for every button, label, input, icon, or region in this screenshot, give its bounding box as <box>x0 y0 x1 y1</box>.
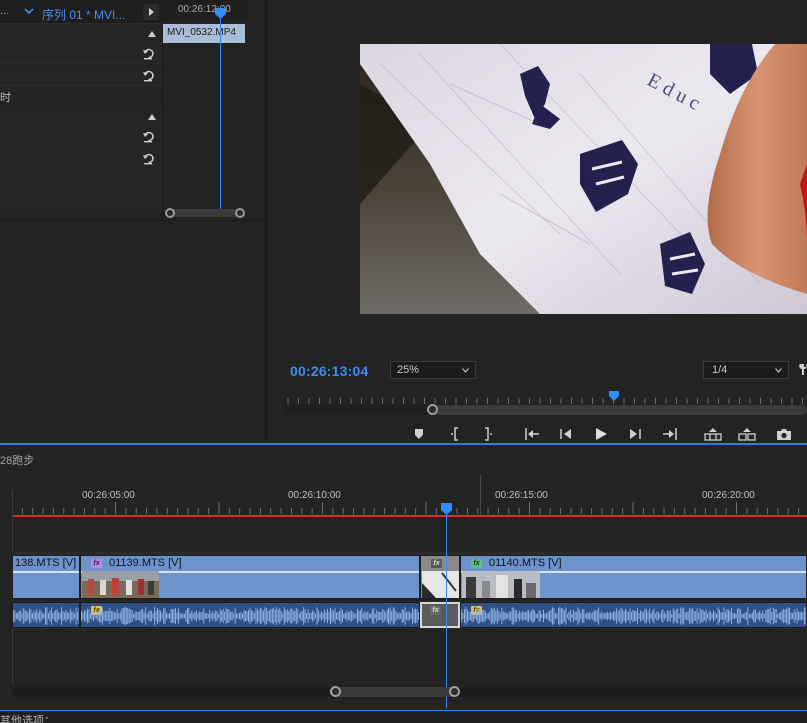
fx-badge[interactable]: fx <box>91 559 102 568</box>
chevron-down-icon <box>775 368 782 373</box>
scroll-handle-right[interactable] <box>449 686 460 697</box>
play-icon[interactable] <box>592 427 610 441</box>
collapse-triangle-icon[interactable] <box>147 113 157 121</box>
audio-waveform <box>13 607 79 625</box>
extract-icon[interactable] <box>738 427 756 441</box>
transition-clip[interactable]: fx <box>420 555 460 599</box>
fx-badge[interactable]: fx <box>430 606 441 615</box>
wrench-icon[interactable] <box>798 363 807 375</box>
work-area-bar[interactable] <box>12 515 807 517</box>
program-monitor-time-ruler[interactable] <box>284 392 807 406</box>
audio-clip[interactable]: fx <box>460 602 807 628</box>
bottom-panel-label: 其他选项： <box>0 715 55 723</box>
effect-property-row[interactable] <box>0 24 162 45</box>
effect-property-row[interactable] <box>0 126 162 147</box>
playback-resolution-value: 1/4 <box>712 364 728 376</box>
show-timeline-button[interactable] <box>143 4 159 20</box>
playhead-icon[interactable] <box>215 8 226 19</box>
clip-label: 138.MTS [V] <box>15 557 77 569</box>
transition-thumbnail <box>422 571 459 598</box>
camera-icon[interactable] <box>775 427 793 441</box>
go-to-in-icon[interactable] <box>523 427 541 441</box>
timeline-zoom-scrollbar[interactable] <box>12 686 807 697</box>
sequence-clip-selector[interactable]: 序列 01 * MVI... <box>42 6 125 23</box>
clip-thumbnail <box>82 571 159 598</box>
reset-icon[interactable] <box>142 69 155 82</box>
sequence-tab-title[interactable]: 28跑步 <box>0 452 34 468</box>
effect-property-row[interactable] <box>0 148 162 169</box>
effect-property-row[interactable] <box>0 107 162 128</box>
scroll-handle-right[interactable] <box>235 208 245 218</box>
timeline-time-ruler[interactable] <box>12 500 807 514</box>
step-forward-icon[interactable] <box>626 427 644 441</box>
audio-clip[interactable]: fx <box>80 602 420 628</box>
effect-controls-zoom-scrollbar[interactable] <box>165 208 245 218</box>
timeline-playhead-line[interactable] <box>446 508 447 708</box>
reset-icon[interactable] <box>142 47 155 60</box>
scroll-handle[interactable] <box>427 404 438 415</box>
effect-controls-playhead-line[interactable] <box>220 14 221 210</box>
go-to-out-icon[interactable] <box>661 427 679 441</box>
video-clip[interactable]: 138.MTS [V] <box>12 555 80 599</box>
program-monitor-video-frame[interactable]: E d u c <box>360 44 807 314</box>
scrollbar-thumb[interactable] <box>330 686 460 697</box>
scrollbar-track-left <box>284 405 434 415</box>
effect-property-row[interactable] <box>0 191 162 212</box>
program-monitor-zoom-scrollbar[interactable] <box>284 404 807 415</box>
mark-in-icon[interactable] <box>447 427 465 441</box>
effect-section-label: 时 <box>0 92 11 104</box>
step-back-icon[interactable] <box>557 427 575 441</box>
chevron-down-icon[interactable] <box>24 6 34 16</box>
audio-clip[interactable] <box>12 602 80 628</box>
play-arrow-icon <box>149 8 154 16</box>
scroll-handle-left[interactable] <box>165 208 175 218</box>
effect-property-row[interactable] <box>0 65 162 86</box>
zoom-level-value: 25% <box>397 364 420 376</box>
reset-icon[interactable] <box>142 152 155 165</box>
playhead-icon[interactable] <box>441 503 452 515</box>
effect-property-row[interactable] <box>0 43 162 64</box>
effect-controls-clip[interactable]: MVI_0532.MP4 <box>163 24 245 43</box>
clip-label: 01140.MTS [V] <box>489 557 562 569</box>
reset-icon[interactable] <box>142 130 155 143</box>
video-clip[interactable]: fx 01139.MTS [V] <box>80 555 420 599</box>
playhead-timecode[interactable]: 00:26:13:04 <box>290 363 368 379</box>
panel-divider <box>162 0 163 220</box>
audio-transition[interactable]: fx <box>420 602 460 628</box>
clip-opacity-line[interactable] <box>13 571 79 573</box>
fx-badge[interactable]: fx <box>471 559 482 568</box>
effect-property-row[interactable] <box>0 170 162 191</box>
video-clip[interactable]: fx 01140.MTS [V] <box>460 555 807 599</box>
lift-icon[interactable] <box>704 427 722 441</box>
audio-waveform <box>461 607 806 625</box>
playhead-icon[interactable] <box>609 391 619 401</box>
panel-menu-ellipsis[interactable]: ... <box>0 5 9 17</box>
collapse-triangle-icon[interactable] <box>147 30 157 38</box>
playback-resolution-select[interactable]: 1/4 <box>703 361 789 379</box>
effect-controls-empty-area <box>0 220 264 440</box>
chevron-down-icon <box>462 368 469 373</box>
zoom-level-select[interactable]: 25% <box>390 361 476 379</box>
add-marker-icon[interactable] <box>411 427 429 441</box>
bottom-panel <box>0 710 807 723</box>
fx-badge[interactable]: fx <box>431 559 442 568</box>
mark-out-icon[interactable] <box>478 427 496 441</box>
scroll-handle-left[interactable] <box>330 686 341 697</box>
ruler-marker <box>480 475 481 515</box>
audio-waveform <box>81 607 419 625</box>
clip-label: 01139.MTS [V] <box>109 557 182 569</box>
clip-thumbnail <box>462 571 540 598</box>
